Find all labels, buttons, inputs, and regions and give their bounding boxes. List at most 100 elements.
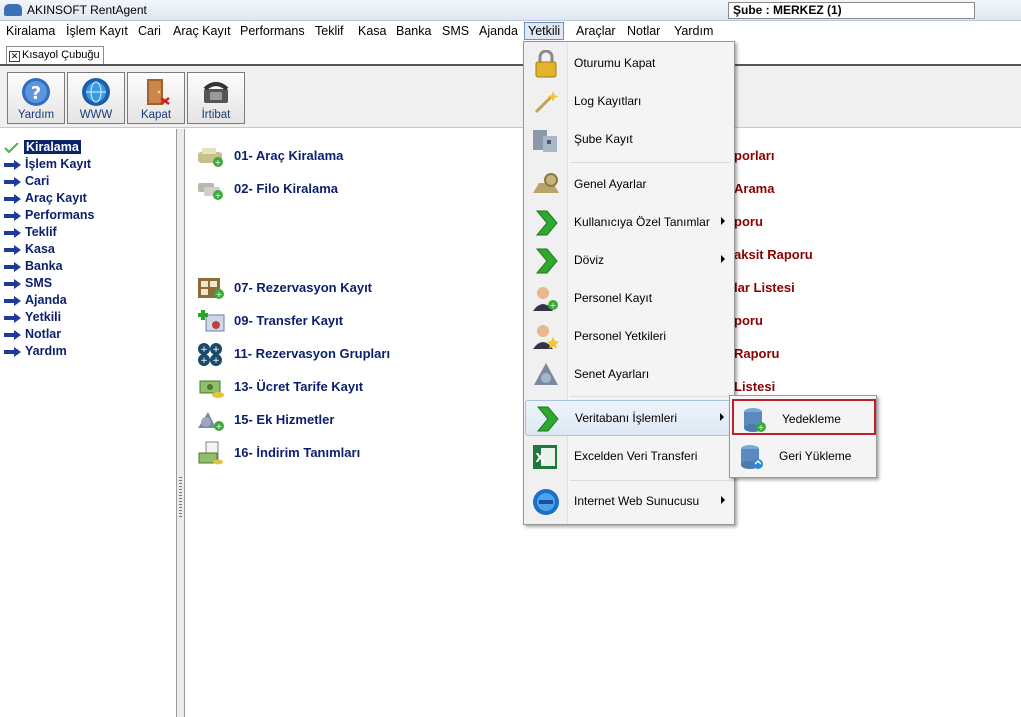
operation-label: 09- Transfer Kayıt: [234, 313, 344, 328]
shortcut-bar-label: Kısayol Çubuğu: [22, 49, 100, 61]
splitter-grip[interactable]: [179, 477, 182, 517]
backup-database-icon: +: [744, 408, 766, 432]
menu-item-staff-permissions[interactable]: Personel Yetkileri: [525, 319, 733, 355]
nav-label: SMS: [25, 276, 53, 290]
menu-item-excel-import[interactable]: X Excelden Veri Transferi: [525, 439, 733, 475]
report-link[interactable]: lar Listesi: [734, 280, 795, 295]
menu-item-currency[interactable]: Döviz: [525, 243, 733, 279]
report-link[interactable]: Listesi: [734, 379, 775, 394]
menu-kasa[interactable]: Kasa: [358, 24, 387, 38]
svg-text:+: +: [216, 290, 223, 299]
reservation-groups-icon: + ++ +: [198, 343, 222, 366]
toolbar: ? Yardım WWW Kapat İrtibat: [0, 66, 1021, 128]
report-link[interactable]: porları: [734, 148, 774, 163]
operation-label: 02- Filo Kiralama: [234, 181, 339, 196]
menu-item-label: Geri Yükleme: [779, 449, 852, 463]
nav-label: Teklif: [25, 225, 57, 239]
menu-item-label: Personel Kayıt: [574, 291, 653, 305]
menu-item-backup[interactable]: + Yedekleme: [732, 399, 876, 435]
close-app-label: Kapat: [140, 109, 172, 121]
arrow-right-icon: [4, 194, 21, 204]
report-link[interactable]: aksit Raporu: [734, 247, 813, 262]
svg-text:+: +: [550, 301, 557, 310]
note-icon: [534, 363, 558, 385]
contact-button[interactable]: İrtibat: [187, 72, 245, 124]
close-icon[interactable]: ✕: [9, 51, 20, 62]
menu-item-general-settings[interactable]: Genel Ayarlar: [525, 167, 733, 203]
svg-text:+: +: [215, 191, 222, 200]
menu-item-label: Internet Web Sunucusu: [574, 494, 700, 508]
menu-item-note-settings[interactable]: Senet Ayarları: [525, 357, 733, 393]
menu-item-label: Log Kayıtları: [574, 94, 642, 108]
svg-text:+: +: [212, 356, 220, 366]
menu-item-label: Kullanıcıya Özel Tanımlar: [574, 215, 710, 229]
settings-icon: [533, 173, 559, 193]
menu-item-web-server[interactable]: Internet Web Sunucusu: [525, 484, 733, 520]
www-button[interactable]: WWW: [67, 72, 125, 124]
menu-item-label: Döviz: [574, 253, 605, 267]
help-button[interactable]: ? Yardım: [7, 72, 65, 124]
help-icon: ?: [22, 78, 50, 106]
magic-wand-icon: [534, 91, 559, 114]
menu-item-label: Excelden Veri Transferi: [574, 449, 698, 463]
menu-banka[interactable]: Banka: [396, 24, 431, 38]
title-bar: AKINSOFT RentAgent Şube : MERKEZ (1): [0, 0, 1021, 21]
menu-item-database-operations[interactable]: Veritabanı İşlemleri: [525, 400, 733, 436]
report-link[interactable]: Raporu: [734, 346, 780, 361]
menu-item-label: Oturumu Kapat: [574, 56, 656, 70]
operation-label: 13- Ücret Tarife Kayıt: [234, 379, 364, 394]
shortcut-bar-tab[interactable]: ✕ Kısayol Çubuğu: [6, 46, 104, 64]
discount-icon: [198, 441, 223, 465]
report-link[interactable]: poru: [734, 313, 763, 328]
window-title: AKINSOFT RentAgent: [27, 3, 147, 17]
excel-icon: X: [533, 445, 557, 469]
green-arrow-icon: [535, 210, 558, 236]
menu-performans[interactable]: Performans: [240, 24, 305, 38]
report-link[interactable]: poru: [734, 214, 763, 229]
report-link[interactable]: Arama: [734, 181, 774, 196]
www-label: WWW: [79, 109, 113, 121]
menu-item-log-records[interactable]: Log Kayıtları: [525, 84, 733, 120]
menu-notlar[interactable]: Notlar: [627, 24, 660, 38]
menu-yetkili[interactable]: Yetkili: [524, 22, 565, 40]
menu-araclar[interactable]: Araçlar: [576, 24, 616, 38]
menu-item-label: Yedekleme: [782, 412, 841, 426]
car-rental-icon: +: [198, 148, 223, 167]
menu-yardim[interactable]: Yardım: [674, 24, 713, 38]
svg-text:+: +: [200, 356, 208, 366]
menu-item-staff-record[interactable]: + Personel Kayıt: [525, 281, 733, 317]
nav-label: Cari: [25, 174, 50, 188]
operation-label: 15- Ek Hizmetler: [234, 412, 335, 427]
menu-item-logout[interactable]: Oturumu Kapat: [525, 46, 733, 82]
menu-item-branch-record[interactable]: Şube Kayıt: [525, 122, 733, 158]
extra-services-icon: +: [198, 412, 224, 431]
arrow-right-icon: [4, 347, 21, 357]
menu-teklif[interactable]: Teklif: [315, 24, 343, 38]
nav-label: Ajanda: [25, 293, 67, 307]
nav-label: Notlar: [25, 327, 62, 341]
menu-ajanda[interactable]: Ajanda: [479, 24, 518, 38]
restore-database-icon: [741, 445, 763, 469]
green-arrow-icon: [535, 248, 558, 274]
menu-sms[interactable]: SMS: [442, 24, 469, 38]
globe-icon: [82, 78, 110, 106]
nav-label: Performans: [25, 208, 95, 222]
close-app-button[interactable]: Kapat: [127, 72, 185, 124]
menu-islem-kayit[interactable]: İşlem Kayıt: [66, 24, 128, 38]
operation-label: 16- İndirim Tanımları: [234, 445, 361, 460]
menu-kiralama[interactable]: Kiralama: [6, 24, 55, 38]
panel-splitter[interactable]: [177, 129, 185, 717]
menu-item-restore[interactable]: Geri Yükleme: [731, 438, 875, 474]
menu-cari[interactable]: Cari: [138, 24, 161, 38]
nav-label: Araç Kayıt: [25, 191, 87, 205]
arrow-right-icon: [4, 313, 21, 323]
nav-label: Yardım: [25, 344, 67, 358]
arrow-right-icon: [4, 211, 21, 221]
svg-text:?: ?: [31, 83, 41, 104]
svg-text:+: +: [200, 345, 208, 355]
menu-arac-kayit[interactable]: Araç Kayıt: [173, 24, 231, 38]
left-navigation: Kiralama İşlem Kayıt Cari Araç Kayıt Per…: [0, 129, 177, 717]
arrow-right-icon: [4, 330, 21, 340]
exit-door-icon: [147, 79, 170, 105]
menu-item-user-definitions[interactable]: Kullanıcıya Özel Tanımlar: [525, 205, 733, 241]
